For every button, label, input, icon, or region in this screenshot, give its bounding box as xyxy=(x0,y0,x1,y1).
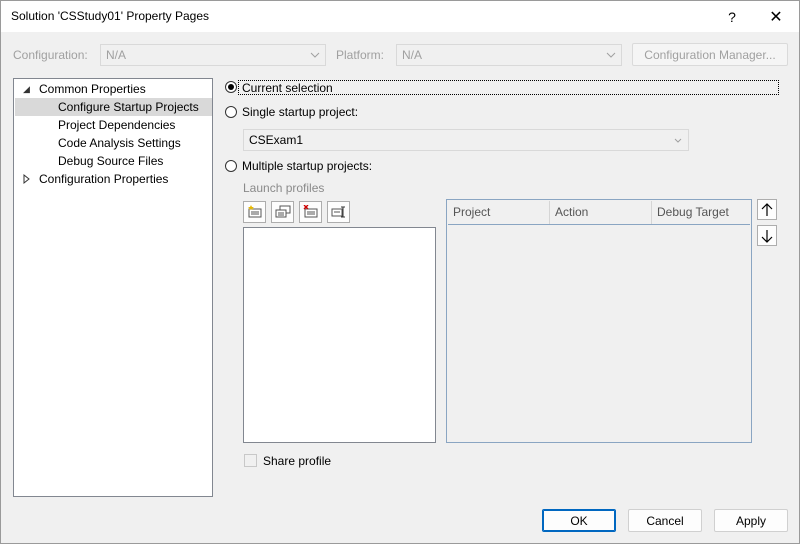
tree-item-debug-source-files[interactable]: Debug Source Files xyxy=(14,152,212,170)
arrow-down-icon xyxy=(761,229,773,243)
configuration-dropdown[interactable]: N/A xyxy=(100,44,326,66)
property-pages-dialog: Solution 'CSStudy01' Property Pages ? ✕ … xyxy=(0,0,800,544)
apply-button[interactable]: Apply xyxy=(714,509,788,532)
current-selection-radio[interactable] xyxy=(225,81,237,93)
ok-button[interactable]: OK xyxy=(542,509,616,532)
share-profile-checkbox[interactable] xyxy=(244,454,257,467)
current-selection-label[interactable]: Current selection xyxy=(242,81,333,95)
multiple-startup-label[interactable]: Multiple startup projects: xyxy=(242,159,372,173)
copy-profile-icon xyxy=(275,205,290,218)
tree-item-configure-startup-projects[interactable]: Configure Startup Projects xyxy=(15,98,212,116)
tree-item-label: Project Dependencies xyxy=(58,118,176,132)
platform-value: N/A xyxy=(402,48,423,62)
tree-item-project-dependencies[interactable]: Project Dependencies xyxy=(14,116,212,134)
configuration-label: Configuration: xyxy=(13,48,88,62)
tree-item-label: Debug Source Files xyxy=(58,154,164,168)
chevron-down-icon xyxy=(606,47,616,66)
grid-header: Project Action Debug Target xyxy=(448,201,750,225)
chevron-down-icon xyxy=(310,47,320,66)
rename-profile-button[interactable] xyxy=(327,201,350,223)
single-startup-label[interactable]: Single startup project: xyxy=(242,105,358,119)
tree-item-common-properties[interactable]: ◢ Common Properties xyxy=(14,80,212,98)
property-tree: ◢ Common Properties Configure Startup Pr… xyxy=(13,78,213,497)
collapsed-triangle-icon[interactable] xyxy=(23,170,31,194)
arrow-up-icon xyxy=(761,202,773,216)
rename-profile-icon xyxy=(331,206,345,218)
launch-profiles-list[interactable] xyxy=(243,227,436,443)
single-startup-value: CSExam1 xyxy=(249,133,304,147)
tree-item-label: Configuration Properties xyxy=(39,172,169,186)
multiple-startup-radio[interactable] xyxy=(225,160,237,172)
new-profile-button[interactable] xyxy=(243,201,266,223)
expanded-triangle-icon[interactable]: ◢ xyxy=(23,80,30,98)
delete-profile-icon xyxy=(303,205,317,218)
launch-profiles-label: Launch profiles xyxy=(243,181,325,195)
tree-item-label: Configure Startup Projects xyxy=(58,100,199,114)
platform-label: Platform: xyxy=(336,48,385,62)
close-button[interactable]: ✕ xyxy=(753,1,799,32)
title-bar: Solution 'CSStudy01' Property Pages ? ✕ xyxy=(1,1,799,32)
platform-dropdown[interactable]: N/A xyxy=(396,44,622,66)
chevron-down-icon xyxy=(673,132,683,151)
tree-item-configuration-properties[interactable]: Configuration Properties xyxy=(14,170,212,188)
cancel-button[interactable]: Cancel xyxy=(628,509,702,532)
window-title: Solution 'CSStudy01' Property Pages xyxy=(11,9,210,23)
tree-item-code-analysis-settings[interactable]: Code Analysis Settings xyxy=(14,134,212,152)
configuration-manager-button[interactable]: Configuration Manager... xyxy=(632,43,788,66)
single-startup-radio[interactable] xyxy=(225,106,237,118)
move-up-button[interactable] xyxy=(757,199,777,220)
help-button[interactable]: ? xyxy=(709,1,755,32)
column-project[interactable]: Project xyxy=(448,201,550,224)
copy-profile-button[interactable] xyxy=(271,201,294,223)
tree-item-label: Code Analysis Settings xyxy=(58,136,181,150)
new-profile-icon xyxy=(247,205,261,218)
share-profile-label[interactable]: Share profile xyxy=(263,454,331,468)
single-startup-dropdown[interactable]: CSExam1 xyxy=(243,129,689,151)
startup-projects-grid[interactable]: Project Action Debug Target xyxy=(446,199,752,443)
configuration-value: N/A xyxy=(106,48,127,62)
column-action[interactable]: Action xyxy=(550,201,652,224)
delete-profile-button[interactable] xyxy=(299,201,322,223)
column-debug-target[interactable]: Debug Target xyxy=(652,201,752,224)
tree-item-label: Common Properties xyxy=(39,82,146,96)
move-down-button[interactable] xyxy=(757,225,777,246)
